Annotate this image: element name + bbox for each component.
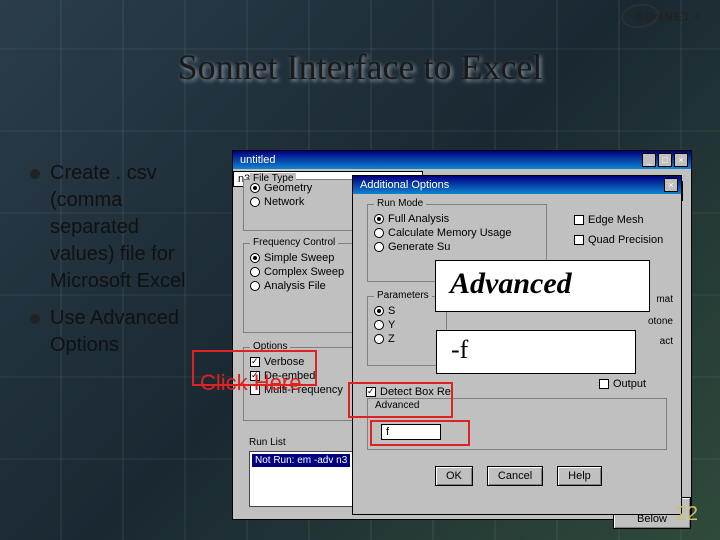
page-number: 22 — [676, 503, 698, 526]
callout-advanced: Advanced — [435, 260, 650, 312]
check-quad-precision[interactable]: Quad Precision — [574, 234, 663, 246]
bullet-list: Create . csv (comma separated values) fi… — [30, 160, 205, 369]
otone-label-fragment: otone — [648, 316, 673, 327]
radio-calc-memory[interactable]: Calculate Memory Usage — [374, 227, 540, 239]
red-highlight-box — [348, 382, 453, 418]
bullet-text: Create . csv (comma separated values) fi… — [50, 160, 205, 295]
radio-full-analysis[interactable]: Full Analysis — [374, 213, 540, 225]
bullet-item: Use Advanced Options — [30, 305, 205, 359]
main-titlebar[interactable]: untitled _ □ × — [233, 151, 691, 169]
red-highlight-box — [370, 420, 470, 446]
format-label-fragment: mat — [656, 294, 673, 305]
callout-flag: -f — [436, 330, 636, 374]
runlist-row[interactable]: Not Run: em -adv n3 — [252, 454, 350, 467]
cancel-button[interactable]: Cancel — [487, 466, 543, 486]
check-edge-mesh[interactable]: Edge Mesh — [574, 214, 644, 226]
file-type-group: File Type Geometry Network — [243, 179, 353, 231]
bullet-dot-icon — [30, 169, 40, 179]
radio-s[interactable]: S — [374, 305, 440, 317]
additional-options-title: Additional Options — [356, 179, 449, 191]
radio-network[interactable]: Network — [250, 196, 346, 208]
red-highlight-box — [192, 350, 317, 386]
run-mode-label: Run Mode — [374, 198, 426, 209]
runlist-label: Run List — [249, 437, 286, 448]
ok-button[interactable]: OK — [435, 466, 473, 486]
slide-title: Sonnet Interface to Excel — [0, 46, 720, 88]
act-label-fragment: act — [660, 336, 673, 347]
parameters-label: Parameters — [374, 290, 432, 301]
radio-y[interactable]: Y — [374, 319, 440, 331]
main-window-title: untitled — [236, 154, 275, 166]
check-output[interactable]: Output — [599, 378, 646, 390]
radio-generate-su[interactable]: Generate Su — [374, 241, 540, 253]
help-button[interactable]: Help — [557, 466, 602, 486]
bullet-dot-icon — [30, 314, 40, 324]
radio-z[interactable]: Z — [374, 333, 440, 345]
close-icon[interactable]: × — [674, 153, 688, 167]
sonnet-logo: SONNET® — [635, 10, 702, 24]
file-type-label: File Type — [250, 173, 296, 184]
maximize-icon[interactable]: □ — [658, 153, 672, 167]
minimize-icon[interactable]: _ — [642, 153, 656, 167]
close-icon[interactable]: × — [664, 178, 678, 192]
bullet-text: Use Advanced Options — [50, 305, 205, 359]
frequency-control-label: Frequency Control — [250, 237, 338, 248]
additional-options-titlebar[interactable]: Additional Options × — [353, 176, 681, 194]
bullet-item: Create . csv (comma separated values) fi… — [30, 160, 205, 295]
